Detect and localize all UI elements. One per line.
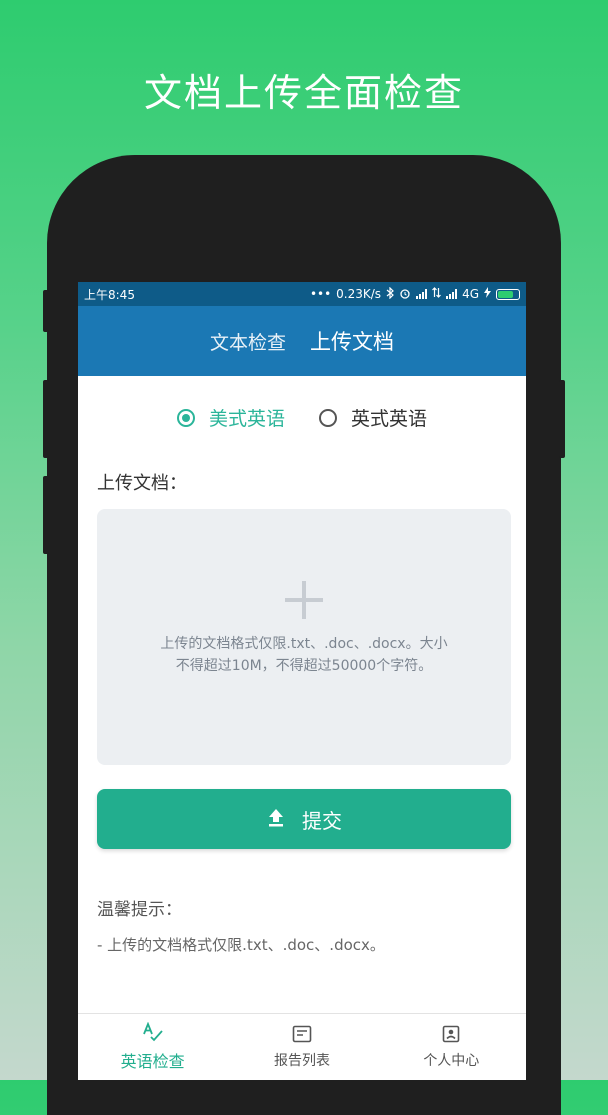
radio-unchecked-icon [319,408,337,427]
submit-button[interactable]: 提交 [97,789,511,849]
nav-label: 英语检查 [120,1052,185,1071]
upload-area[interactable]: 上传的文档格式仅限.txt、.doc、.docx。大小不得超过10M，不得超过5… [97,509,511,765]
nav-profile[interactable]: 个人中心 [377,1014,526,1080]
status-bar: 上午8:45 ••• 0.23K/s 4G [78,282,526,306]
radio-label: 英式英语 [351,408,428,430]
phone-side-button [43,380,49,458]
alarm-icon [399,287,411,302]
tips-title: 温馨提示： [97,900,182,920]
upload-label: 上传文档： [97,473,187,494]
radio-checked-icon [176,408,195,427]
status-time: 上午8:45 [84,287,135,302]
network-speed: 0.23K/s [336,287,382,301]
status-indicators: ••• 0.23K/s 4G [309,286,520,302]
promo-title: 文档上传全面检查 [143,71,464,115]
tips-item: - 上传的文档格式仅限.txt、.doc、.docx。 [97,936,385,954]
battery-icon [496,288,520,300]
submit-label: 提交 [302,808,342,833]
nav-english-check[interactable]: 英语检查 [78,1014,227,1080]
phone-side-button [43,476,49,554]
phone-screen: 上午8:45 ••• 0.23K/s 4G 文本检查 上传文档 美式英语 英式英… [78,282,526,1080]
signal-icon [416,289,428,299]
upload-icon [266,807,286,832]
nav-label: 报告列表 [273,1053,330,1069]
bottom-nav: 英语检查 报告列表 个人中心 [78,1013,526,1080]
status-dots: ••• [309,287,332,301]
network-type: 4G [462,287,479,301]
profile-icon [442,1024,460,1044]
upload-hint: 上传的文档格式仅限.txt、.doc、.docx。大小不得超过10M，不得超过5… [160,636,448,674]
language-selector: 美式英语 英式英语 [78,404,526,431]
plus-icon [285,581,323,619]
tab-upload-document[interactable]: 上传文档 [310,326,394,356]
report-icon [292,1024,312,1044]
radio-american-english[interactable]: 美式英语 [176,404,285,431]
phone-side-button [559,380,565,458]
app-header: 文本检查 上传文档 [78,306,526,376]
nav-label: 个人中心 [423,1053,480,1069]
charging-icon [484,287,491,301]
data-transfer-icon [432,287,441,301]
phone-side-button [43,290,49,332]
radio-british-english[interactable]: 英式英语 [319,404,427,431]
radio-label: 美式英语 [208,408,285,430]
signal-icon [446,289,458,299]
bluetooth-icon [386,286,394,302]
nav-report-list[interactable]: 报告列表 [227,1014,376,1080]
tab-text-check[interactable]: 文本检查 [210,328,286,355]
spellcheck-icon [142,1022,164,1042]
